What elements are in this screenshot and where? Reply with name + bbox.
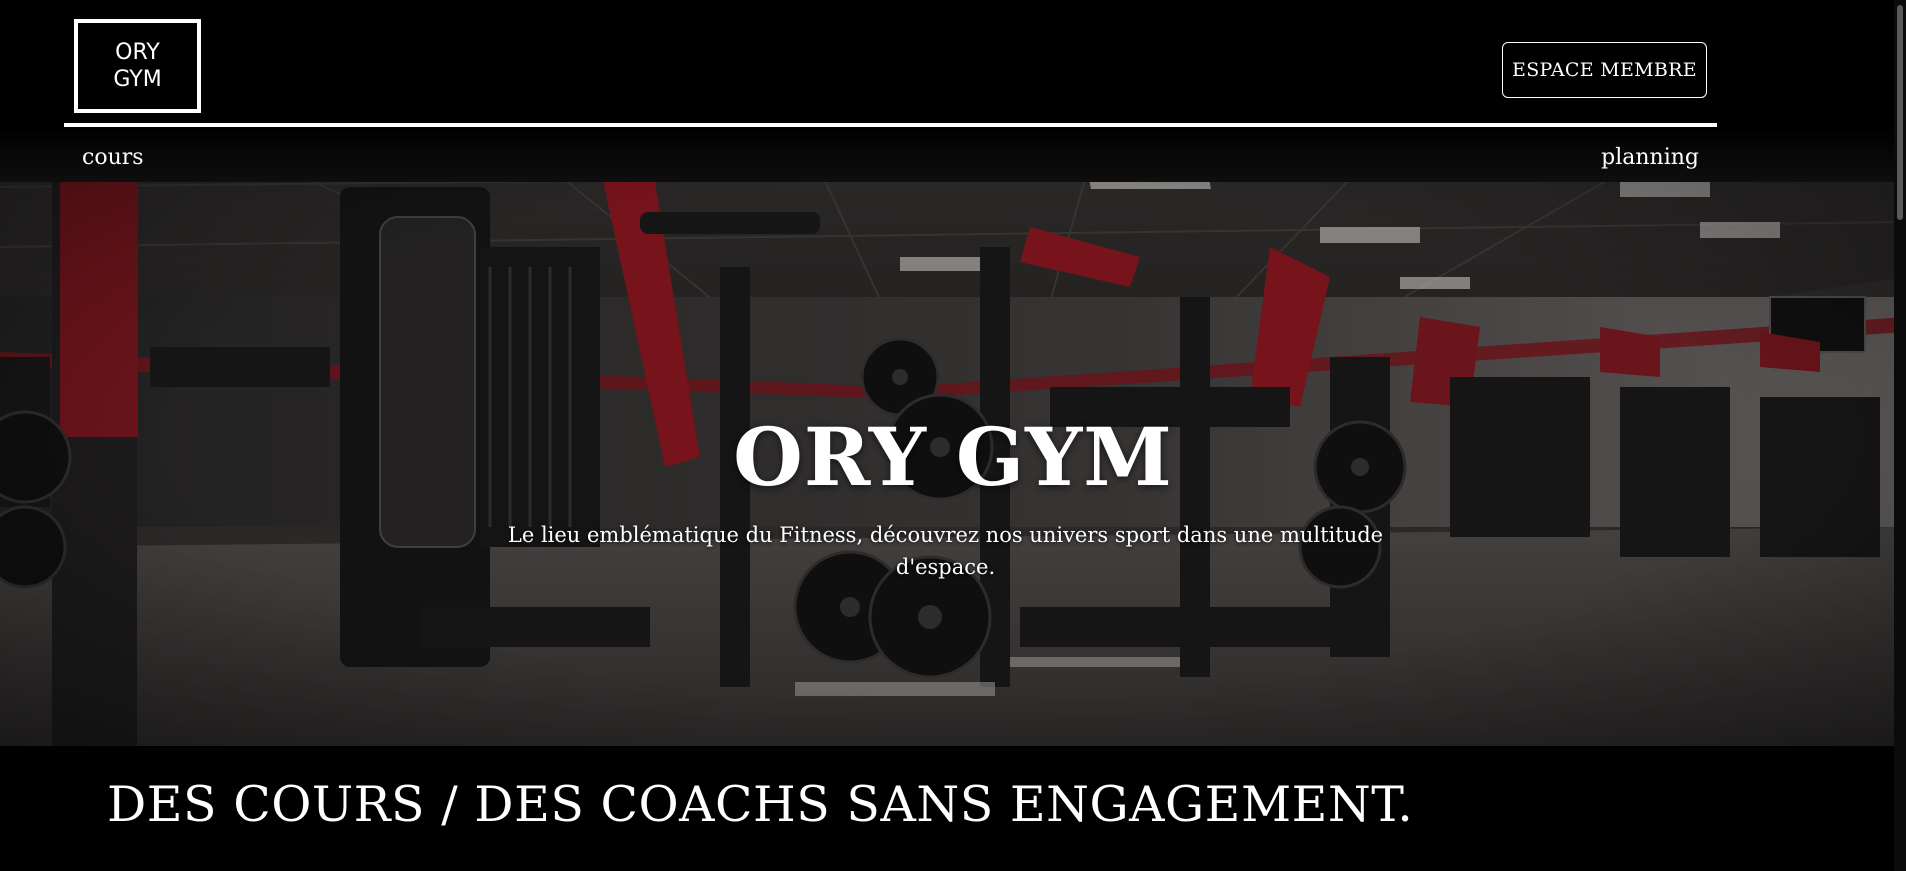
nav-link-cours[interactable]: cours [82, 145, 144, 170]
page: ORY GYM ESPACE MEMBRE cours planning ORY… [0, 0, 1906, 871]
nav-link-planning[interactable]: planning [1601, 145, 1699, 170]
logo[interactable]: ORY GYM [74, 19, 201, 113]
hero-subtitle: Le lieu emblématique du Fitness, découvr… [507, 523, 1384, 579]
scrollbar-thumb[interactable] [1897, 5, 1903, 220]
hero-title: ORY GYM [733, 410, 1173, 504]
main-nav: cours planning [0, 127, 1906, 182]
logo-text: ORY GYM [113, 40, 162, 92]
member-area-button[interactable]: ESPACE MEMBRE [1502, 42, 1707, 98]
page-scrollbar[interactable] [1894, 0, 1906, 871]
section-heading: DES COURS / DES COACHS SANS ENGAGEMENT. [107, 776, 1414, 833]
